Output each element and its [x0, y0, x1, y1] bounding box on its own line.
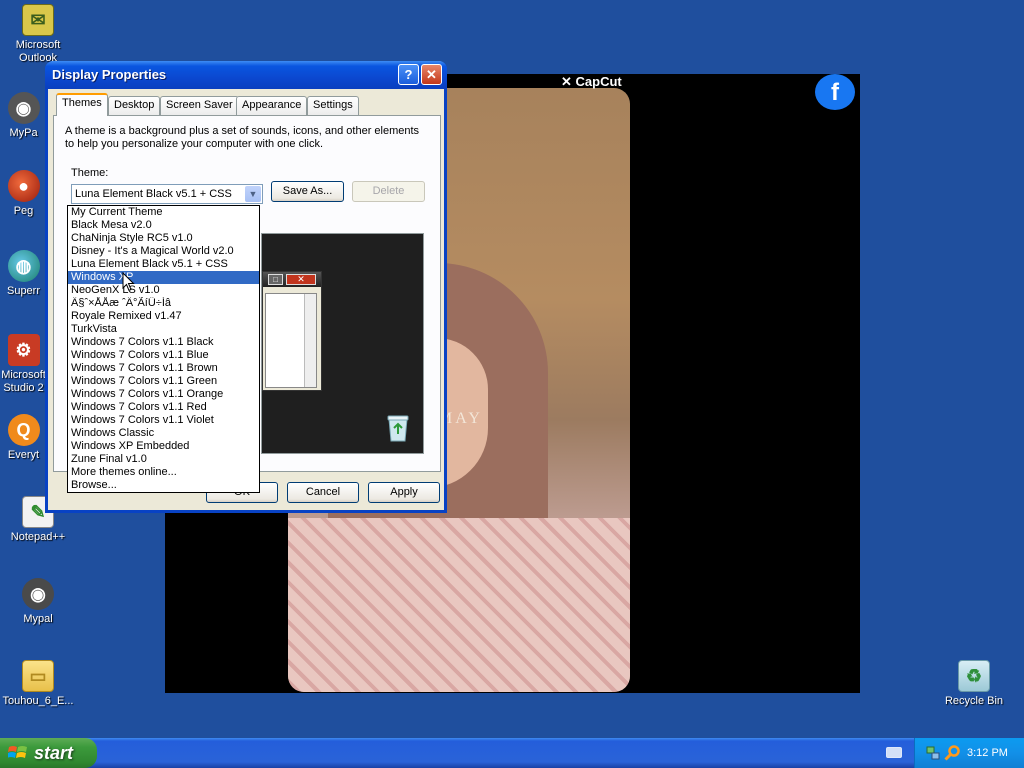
network-icon[interactable]	[926, 745, 940, 761]
tab-desktop[interactable]: Desktop	[108, 96, 161, 115]
theme-option[interactable]: Windows 7 Colors v1.1 Red	[68, 401, 259, 414]
apply-button[interactable]: Apply	[368, 482, 440, 503]
theme-select-value: Luna Element Black v5.1 + CSS	[75, 188, 232, 200]
mypal-icon: ◉	[7, 92, 40, 124]
superr-icon: ◍	[7, 250, 40, 282]
theme-option[interactable]: Windows 7 Colors v1.1 Brown	[68, 362, 259, 375]
desktop-icon-pegasus[interactable]: ● Peg	[0, 170, 47, 218]
dialog-title: Display Properties	[52, 67, 167, 82]
help-button[interactable]: ?	[398, 64, 419, 85]
tab-themes[interactable]: Themes	[56, 93, 108, 116]
preview-window-titlebar: □ ✕	[263, 272, 321, 287]
dialog-titlebar[interactable]: Display Properties ? ✕	[45, 61, 447, 89]
mouse-cursor-icon	[122, 272, 135, 292]
tab-settings[interactable]: Settings	[307, 96, 359, 115]
desktop-icon-mypal-partial[interactable]: ◉ MyPa	[0, 92, 47, 140]
tab-appearance[interactable]: Appearance	[236, 96, 308, 115]
delete-button[interactable]: Delete	[352, 181, 425, 202]
desktop-icon-label: Mypal	[23, 613, 53, 625]
preview-window-body	[265, 293, 317, 388]
system-tray: 3:12 PM	[914, 738, 1024, 768]
theme-option[interactable]: NeoGenX LS v1.0	[68, 284, 259, 297]
theme-option[interactable]: Royale Remixed v1.47	[68, 310, 259, 323]
desktop-icon-superr[interactable]: ◍ Superr	[0, 250, 47, 298]
theme-option[interactable]: TurkVista	[68, 323, 259, 336]
preview-scrollbar	[304, 294, 316, 387]
desktop-icon-label: Everyt	[7, 449, 40, 461]
facebook-logo-icon: f	[815, 74, 855, 110]
desktop-icon-mypal[interactable]: ◉ Mypal	[0, 578, 76, 626]
theme-option[interactable]: Windows 7 Colors v1.1 Green	[68, 375, 259, 388]
capcut-watermark: ✕ CapCut	[561, 74, 622, 89]
theme-option[interactable]: ChaNinja Style RC5 v1.0	[68, 232, 259, 245]
desktop-icon-label: Peg	[13, 205, 34, 217]
maximize-icon: □	[268, 274, 283, 285]
desktop-icon-label: Touhou_6_E...	[2, 695, 74, 707]
theme-option[interactable]: Windows 7 Colors v1.1 Black	[68, 336, 259, 349]
clock[interactable]: 3:12 PM	[967, 747, 1008, 759]
theme-option[interactable]: Browse...	[68, 479, 259, 492]
outlook-icon: ✉	[22, 4, 54, 36]
theme-option[interactable]: Windows 7 Colors v1.1 Orange	[68, 388, 259, 401]
cancel-button[interactable]: Cancel	[287, 482, 359, 503]
themes-description: A theme is a background plus a set of so…	[65, 125, 420, 150]
folder-icon: ▭	[22, 660, 54, 692]
save-as-button[interactable]: Save As...	[271, 181, 344, 202]
recycle-bin-icon	[387, 415, 409, 442]
desktop-icon-label: Superr	[6, 285, 41, 297]
everything-icon: Q	[7, 414, 40, 446]
theme-option[interactable]: Disney - It's a Magical World v2.0	[68, 245, 259, 258]
pegasus-icon: ●	[7, 170, 40, 202]
chevron-down-icon[interactable]: ▼	[245, 186, 261, 202]
start-label: start	[34, 743, 74, 763]
close-button[interactable]: ✕	[421, 64, 442, 85]
theme-option[interactable]: My Current Theme	[68, 206, 259, 219]
desktop-icon-outlook[interactable]: ✉ Microsoft Outlook	[0, 4, 76, 65]
theme-option[interactable]: Windows Classic	[68, 427, 259, 440]
windows-flag-icon	[8, 746, 27, 758]
theme-select[interactable]: Luna Element Black v5.1 + CSS ▼	[71, 184, 263, 204]
theme-option[interactable]: Windows 7 Colors v1.1 Violet	[68, 414, 259, 427]
recycle-bin-icon: ♻	[958, 660, 990, 692]
theme-option[interactable]: Luna Element Black v5.1 + CSS	[68, 258, 259, 271]
theme-option[interactable]: Ä§ˆ×ÅÅæ ˆÄ°ÃíÜ÷Íâ	[68, 297, 259, 310]
theme-option[interactable]: Windows 7 Colors v1.1 Blue	[68, 349, 259, 362]
desktop-icon-studio[interactable]: ⚙ Microsoft Studio 2	[0, 334, 47, 395]
taskbar: start 3:12 PM	[0, 738, 1024, 768]
preview-window: □ ✕	[262, 271, 322, 391]
theme-option-selected[interactable]: Windows XP	[68, 271, 259, 284]
desktop-icon-label: MyPa	[9, 127, 38, 139]
desktop-icon-label: Notepad++	[10, 531, 66, 543]
mypal-icon: ◉	[22, 578, 54, 610]
studio-icon: ⚙	[7, 334, 40, 366]
desktop-icon-touhou-folder[interactable]: ▭ Touhou_6_E...	[0, 660, 76, 708]
tab-screen-saver[interactable]: Screen Saver	[160, 96, 239, 115]
keyboard-icon[interactable]	[886, 747, 902, 758]
desktop-icon-everything[interactable]: Q Everyt	[0, 414, 47, 462]
search-icon[interactable]	[944, 745, 960, 761]
desktop-icon-label: Microsoft Studio 2	[1, 369, 46, 394]
theme-option[interactable]: Windows XP Embedded	[68, 440, 259, 453]
theme-dropdown-list[interactable]: My Current Theme Black Mesa v2.0 ChaNinj…	[67, 205, 260, 493]
start-button[interactable]: start	[0, 738, 97, 768]
video-subject-dress	[288, 518, 630, 692]
theme-preview: □ ✕	[261, 233, 424, 454]
desktop-icon-label: Recycle Bin	[944, 695, 1004, 707]
theme-option[interactable]: Zune Final v1.0	[68, 453, 259, 466]
theme-label: Theme:	[71, 167, 109, 179]
theme-option[interactable]: More themes online...	[68, 466, 259, 479]
theme-option[interactable]: Black Mesa v2.0	[68, 219, 259, 232]
desktop-icon-recycle-bin[interactable]: ♻ Recycle Bin	[936, 660, 1012, 708]
close-icon: ✕	[286, 274, 316, 285]
